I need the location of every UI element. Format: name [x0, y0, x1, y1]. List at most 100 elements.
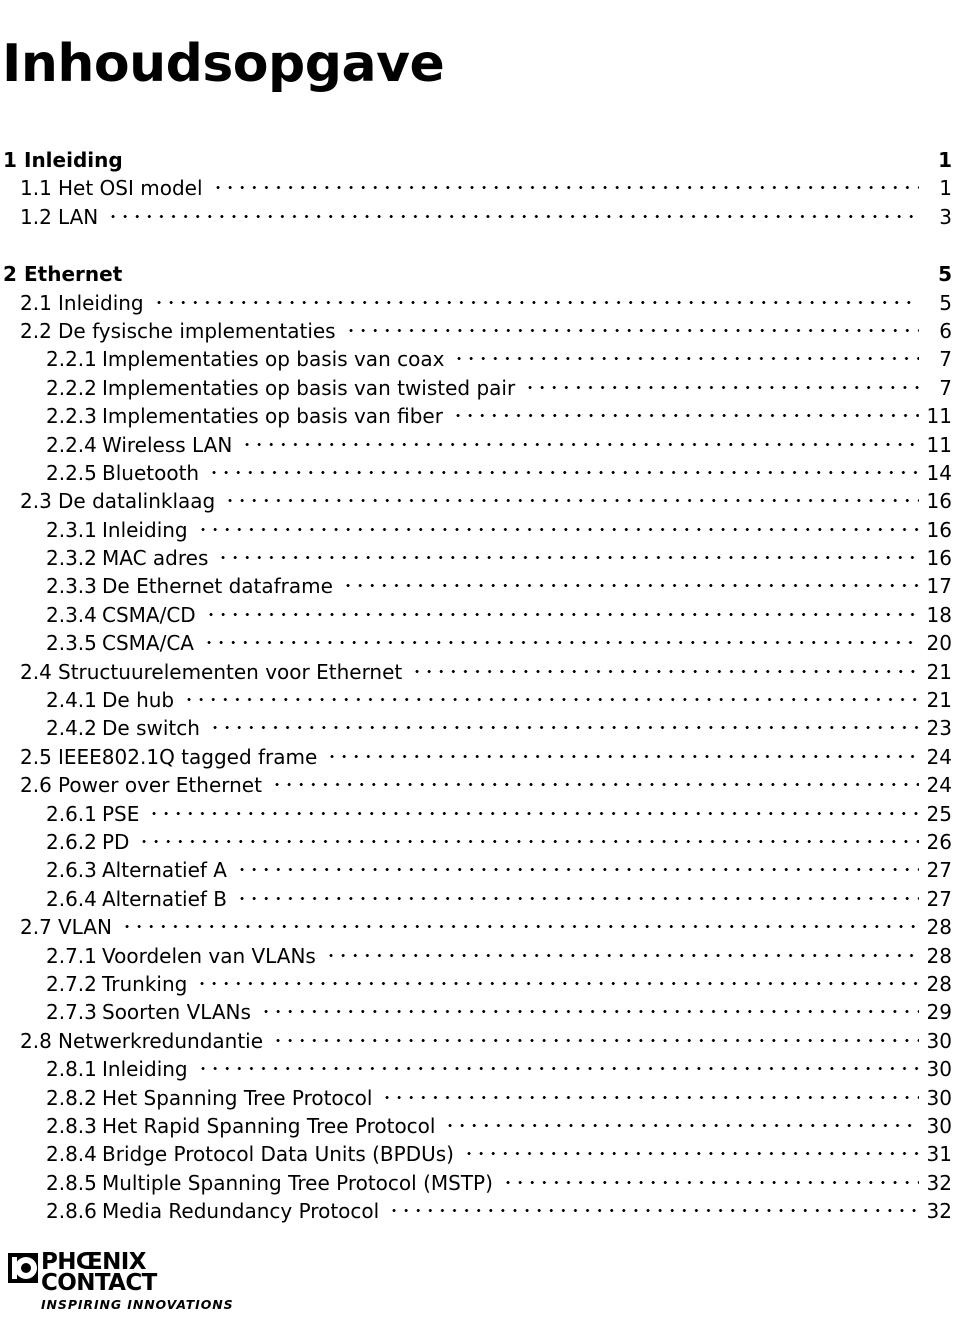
- toc-entry-label: Power over Ethernet: [58, 773, 262, 798]
- toc-dot-leader: [381, 1085, 919, 1105]
- toc-dot-leader: [501, 1170, 919, 1190]
- toc-entry-label: Inleiding: [102, 1057, 188, 1082]
- toc-entry[interactable]: 2.7.3 Soorten VLANs 29: [0, 998, 960, 1026]
- toc-entry-number: 2.5: [20, 744, 52, 769]
- toc-entry-label: De hub: [102, 688, 175, 713]
- toc-entry[interactable]: 2.3.2 MAC adres 16: [0, 544, 960, 572]
- toc-entry-label: PSE: [102, 801, 140, 826]
- toc-dot-leader: [453, 346, 919, 366]
- toc-dot-leader: [451, 403, 919, 423]
- toc-entry-page-number: 21: [926, 688, 952, 713]
- toc-entry[interactable]: 2.8.2 Het Spanning Tree Protocol 30: [0, 1084, 960, 1112]
- toc-entry[interactable]: 2.6 Power over Ethernet 24: [0, 771, 960, 799]
- toc-entry[interactable]: 2.5 IEEE802.1Q tagged frame 24: [0, 743, 960, 771]
- toc-entry-label: Wireless LAN: [102, 432, 233, 457]
- toc-entry[interactable]: 2.7.2 Trunking 28: [0, 970, 960, 998]
- toc-entry-page-number: 7: [939, 347, 952, 372]
- logo-tagline: INSPIRING INNOVATIONS: [41, 1297, 234, 1313]
- toc-entry[interactable]: 2 Ethernet 5: [0, 260, 960, 288]
- toc-entry-page-number: 6: [939, 318, 952, 343]
- toc-entry-page-number: 5: [938, 262, 952, 287]
- toc-entry[interactable]: 2.2.4 Wireless LAN 11: [0, 431, 960, 459]
- toc-entry-page-number: 32: [926, 1170, 952, 1195]
- toc-entry[interactable]: 1 Inleiding 1: [0, 146, 960, 174]
- toc-entry-number: 2.3.2: [46, 546, 97, 571]
- toc-entry-page-number: 14: [926, 460, 952, 485]
- toc-entry-page-number: 21: [926, 659, 952, 684]
- toc-entry-page-number: 30: [926, 1028, 952, 1053]
- toc-entry[interactable]: 2.8.5 Multiple Spanning Tree Protocol (MS…: [0, 1169, 960, 1197]
- toc-entry-label: Inleiding: [24, 148, 123, 172]
- phoenix-contact-logo: PHŒNIX CONTACT INSPIRING INNOVATIONS: [8, 1250, 248, 1313]
- toc-entry-label: LAN: [58, 204, 99, 229]
- toc-entry-label: Inleiding: [58, 290, 144, 315]
- toc-entry[interactable]: 2.8.6 Media Redundancy Protocol 32: [0, 1197, 960, 1225]
- toc-entry[interactable]: 2.2 De fysische implementaties 6: [0, 317, 960, 345]
- toc-dot-leader: [138, 829, 919, 849]
- toc-entry-label: Structuurelementen voor Ethernet: [58, 659, 403, 684]
- toc-entry-label: Netwerkredundantie: [58, 1028, 264, 1053]
- toc-entry-page-number: 30: [926, 1113, 952, 1138]
- toc-entry[interactable]: 2.8.1 Inleiding 30: [0, 1055, 960, 1083]
- toc-entry-number: 2.7.3: [46, 1000, 97, 1025]
- toc-dot-leader: [148, 801, 919, 821]
- toc-dot-leader: [152, 290, 919, 310]
- toc-dot-leader: [341, 573, 919, 593]
- toc-entry[interactable]: 2.4.1 De hub 21: [0, 686, 960, 714]
- table-of-contents: 1 Inleiding 1 1.1 Het OSI model 1 1.2 LAN 3 2 Ethe…: [0, 146, 960, 1225]
- toc-entry[interactable]: 2.8.4 Bridge Protocol Data Units (BPDUs) 3…: [0, 1140, 960, 1168]
- toc-entry-number: 1.1: [20, 176, 52, 201]
- toc-entry[interactable]: 2.8.3 Het Rapid Spanning Tree Protocol 30: [0, 1112, 960, 1140]
- toc-entry[interactable]: 2.6.3 Alternatief A 27: [0, 856, 960, 884]
- toc-entry-label: Implementaties op basis van coax: [102, 347, 445, 372]
- toc-entry-number: 2.6: [20, 773, 52, 798]
- toc-dot-leader: [196, 1056, 919, 1076]
- toc-dot-leader: [217, 545, 919, 565]
- toc-dot-leader: [270, 772, 919, 792]
- toc-dot-leader: [259, 999, 919, 1019]
- toc-entry-label: Voordelen van VLANs: [102, 943, 316, 968]
- toc-entry-page-number: 17: [926, 574, 952, 599]
- toc-entry[interactable]: 2.2.3 Implementaties op basis van fiber 11: [0, 402, 960, 430]
- toc-entry[interactable]: 2.6.4 Alternatief B 27: [0, 885, 960, 913]
- toc-entry[interactable]: 2.6.1 PSE 25: [0, 800, 960, 828]
- toc-entry[interactable]: 2.7 VLAN 28: [0, 913, 960, 941]
- toc-entry[interactable]: 1.2 LAN 3: [0, 203, 960, 231]
- page-footer: PHŒNIX CONTACT INSPIRING INNOVATIONS: [8, 1250, 248, 1313]
- toc-entry[interactable]: 2.3.1 Inleiding 16: [0, 516, 960, 544]
- toc-entry[interactable]: 2.1 Inleiding 5: [0, 289, 960, 317]
- toc-entry-number: 2.4.1: [46, 688, 97, 713]
- toc-entry-page-number: 1: [938, 148, 952, 172]
- document-page: Inhoudsopgave 1 Inleiding 1 1.1 Het OSI mode…: [0, 0, 960, 1325]
- toc-entry-number: 2.2: [20, 318, 52, 343]
- toc-entry[interactable]: 2.2.5 Bluetooth 14: [0, 459, 960, 487]
- toc-entry-number: 2.6.4: [46, 886, 97, 911]
- toc-entry-label: Ethernet: [24, 262, 123, 287]
- toc-entry-number: 2.3.1: [46, 517, 97, 542]
- toc-dot-leader: [324, 943, 919, 963]
- toc-entry[interactable]: 2.7.1 Voordelen van VLANs 28: [0, 942, 960, 970]
- toc-dot-leader: [326, 744, 919, 764]
- toc-dot-leader: [236, 886, 919, 906]
- toc-entry[interactable]: 2.4.2 De switch 23: [0, 714, 960, 742]
- toc-entry[interactable]: 2.3.5 CSMA/CA 20: [0, 629, 960, 657]
- toc-entry[interactable]: 2.3 De datalinklaag 16: [0, 487, 960, 515]
- toc-entry-page-number: 30: [926, 1057, 952, 1082]
- toc-dot-leader: [235, 857, 919, 877]
- toc-entry[interactable]: 2.4 Structuurelementen voor Ethernet 21: [0, 658, 960, 686]
- toc-entry-label: Het Spanning Tree Protocol: [102, 1085, 373, 1110]
- toc-entry[interactable]: 2.3.4 CSMA/CD 18: [0, 601, 960, 629]
- toc-entry-label: Multiple Spanning Tree Protocol (MSTP): [102, 1170, 493, 1195]
- toc-entry[interactable]: 2.3.3 De Ethernet dataframe 17: [0, 572, 960, 600]
- toc-entry[interactable]: 2.6.2 PD 26: [0, 828, 960, 856]
- toc-dot-leader: [462, 1141, 919, 1161]
- toc-dot-leader: [344, 318, 919, 338]
- toc-entry[interactable]: 2.8 Netwerkredundantie 30: [0, 1027, 960, 1055]
- toc-entry[interactable]: 1.1 Het OSI model 1: [0, 174, 960, 202]
- toc-entry[interactable]: 2.2.2 Implementaties op basis van twisted…: [0, 374, 960, 402]
- toc-entry-number: 2.6.2: [46, 829, 97, 854]
- toc-entry[interactable]: 2.2.1 Implementaties op basis van coax 7: [0, 345, 960, 373]
- toc-entry-label: Trunking: [102, 971, 188, 996]
- toc-entry-label: Inleiding: [102, 517, 188, 542]
- logo-wordmark: PHŒNIX CONTACT INSPIRING INNOVATIONS: [41, 1250, 234, 1313]
